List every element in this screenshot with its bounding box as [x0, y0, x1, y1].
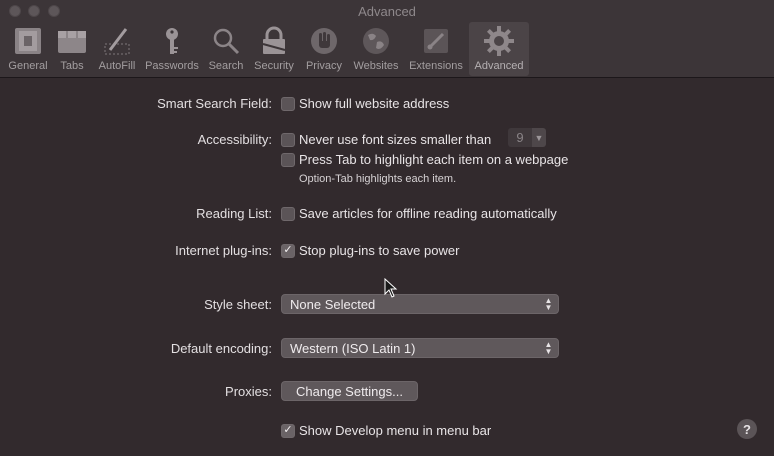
checkbox-label: Show Develop menu in menu bar: [299, 423, 492, 438]
change-settings-button[interactable]: Change Settings...: [281, 381, 418, 401]
title-bar: Advanced General Tabs AutoFill Passwords: [0, 0, 774, 78]
toolbar-label: Security: [254, 60, 294, 72]
toolbar-label: Websites: [353, 60, 399, 72]
up-down-chevron-icon: ▲ ▼: [544, 340, 553, 356]
tab-highlight-checkbox[interactable]: Press Tab to highlight each item on a we…: [281, 152, 568, 167]
globe-icon: [359, 24, 393, 58]
min-font-size-checkbox[interactable]: Never use font sizes smaller than: [281, 132, 491, 147]
select-value: None Selected: [290, 296, 376, 312]
checkbox-box[interactable]: [281, 206, 295, 221]
checkbox-box[interactable]: [281, 132, 295, 147]
toolbar-passwords[interactable]: Passwords: [142, 22, 202, 76]
mouse-cursor-icon: [384, 277, 398, 303]
hand-icon: [307, 24, 341, 58]
font-size-value: 9: [508, 128, 532, 147]
checkbox-label: Save articles for offline reading automa…: [299, 206, 557, 221]
help-button[interactable]: ?: [737, 419, 757, 439]
toolbar-general[interactable]: General: [5, 22, 51, 76]
checkbox-label: Never use font sizes smaller than: [299, 132, 492, 147]
tabs-icon: [55, 24, 89, 58]
toolbar-label: Extensions: [409, 60, 463, 72]
toolbar-search[interactable]: Search: [206, 22, 246, 76]
toolbar-label: Advanced: [474, 60, 524, 72]
checkbox-box[interactable]: ✓: [281, 243, 295, 258]
show-full-address-checkbox[interactable]: Show full website address: [281, 96, 449, 111]
toolbar-tabs[interactable]: Tabs: [53, 22, 91, 76]
toolbar-label: Search: [208, 60, 244, 72]
checkbox-label: Press Tab to highlight each item on a we…: [299, 152, 569, 167]
accessibility-label: Accessibility:: [197, 132, 272, 147]
plugins-label: Internet plug-ins:: [175, 243, 272, 258]
checkbox-box[interactable]: [281, 152, 295, 167]
toolbar-label: Tabs: [60, 60, 84, 72]
toolbar-autofill[interactable]: AutoFill: [96, 22, 138, 76]
search-icon: [209, 24, 243, 58]
checkbox-box[interactable]: ✓: [281, 423, 295, 438]
toolbar-label: General: [8, 60, 48, 72]
toolbar-label: AutoFill: [98, 60, 136, 72]
develop-menu-checkbox[interactable]: ✓ Show Develop menu in menu bar: [281, 423, 491, 438]
checkbox-label: Show full website address: [299, 96, 450, 111]
preferences-window: Advanced General Tabs AutoFill Passwords: [0, 0, 774, 456]
autofill-pen-icon: [100, 24, 134, 58]
key-icon: [155, 24, 189, 58]
smart-search-label: Smart Search Field:: [157, 96, 272, 111]
toolbar-label: Passwords: [145, 60, 199, 72]
gear-icon: [482, 24, 516, 58]
reading-list-label: Reading List:: [196, 206, 272, 221]
offline-reading-checkbox[interactable]: Save articles for offline reading automa…: [281, 206, 557, 221]
up-down-chevron-icon: ▲ ▼: [544, 296, 553, 312]
toolbar-advanced[interactable]: Advanced: [469, 22, 529, 76]
font-size-select[interactable]: 9 ▼: [508, 128, 546, 147]
encoding-select[interactable]: Western (ISO Latin 1) ▲ ▼: [281, 338, 559, 358]
stylesheet-select[interactable]: None Selected ▲ ▼: [281, 294, 559, 314]
checkmark-icon: ✓: [283, 424, 293, 436]
stop-plugins-checkbox[interactable]: ✓ Stop plug-ins to save power: [281, 243, 459, 258]
encoding-label: Default encoding:: [170, 341, 272, 356]
checkbox-box[interactable]: [281, 96, 295, 111]
puzzle-icon: [419, 24, 453, 58]
stylesheet-label: Style sheet:: [204, 297, 272, 312]
select-value: Western (ISO Latin 1): [290, 340, 416, 356]
lock-icon: [257, 24, 291, 58]
toolbar-security[interactable]: Security: [251, 22, 297, 76]
toolbar-extensions[interactable]: Extensions: [406, 22, 466, 76]
proxies-label: Proxies:: [225, 384, 272, 399]
toolbar-label: Privacy: [305, 60, 343, 72]
chevron-down-icon[interactable]: ▼: [532, 128, 546, 147]
checkmark-icon: ✓: [283, 244, 293, 256]
checkbox-label: Stop plug-ins to save power: [299, 243, 460, 258]
toolbar-privacy[interactable]: Privacy: [302, 22, 346, 76]
toolbar-websites[interactable]: Websites: [351, 22, 401, 76]
general-switch-icon: [11, 24, 45, 58]
tab-hint-text: Option-Tab highlights each item.: [299, 173, 457, 185]
window-title: Advanced: [358, 4, 416, 19]
